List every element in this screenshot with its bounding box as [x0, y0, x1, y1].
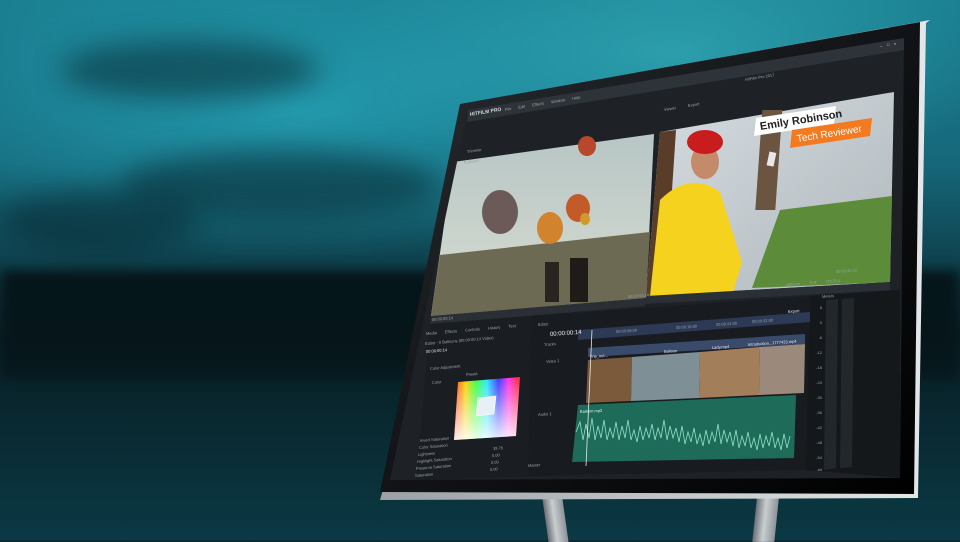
meter-scale-label: -48: [816, 440, 822, 445]
meter-bar-left: [824, 299, 838, 470]
balloon: [482, 190, 518, 234]
minimize-icon[interactable]: –: [880, 44, 882, 48]
meter-scale-label: -54: [816, 455, 822, 460]
timeline-clip-balloon: [631, 352, 700, 401]
meter-scale-label: -24: [816, 380, 822, 385]
color-group-label: Color: [431, 379, 442, 385]
meter-scale-label: -30: [816, 395, 822, 400]
property-value[interactable]: 0.00: [491, 459, 499, 465]
meter-scale-label: -inf: [816, 467, 822, 472]
close-icon[interactable]: ×: [894, 42, 896, 46]
meter-scale-label: -36: [816, 410, 822, 415]
meter-scale-label: -12: [816, 350, 822, 355]
export-button[interactable]: Export: [788, 308, 800, 314]
red-beanie: [687, 130, 723, 154]
meter-scale: 6 0 -6 -12 -18 -24 -30 -36 -42 -48 -54 -…: [812, 306, 822, 472]
balloon: [537, 212, 563, 244]
track-header: Tracks: [543, 341, 556, 347]
property-value[interactable]: 0.00: [492, 452, 500, 458]
balloon: [580, 213, 590, 225]
meter-scale-label: -42: [816, 425, 822, 430]
maximize-icon[interactable]: □: [887, 43, 889, 47]
meter-bar-right: [840, 298, 854, 468]
viewer-zoom-select[interactable]: Full: [810, 280, 817, 285]
meter-scale-label: -6: [818, 335, 822, 340]
tab-editor[interactable]: Editor: [538, 321, 549, 327]
meter-scale-label: -18: [816, 365, 822, 370]
property-value[interactable]: 39.75: [493, 445, 503, 451]
meter-scale-label: 6: [819, 305, 822, 310]
property-value[interactable]: 0.00: [490, 466, 498, 472]
timeline-clip-lady: [699, 347, 760, 398]
person-silhouette: [545, 262, 559, 302]
timeline-clip-intro: [759, 344, 805, 395]
timeline-clip-trip: [586, 357, 632, 403]
tab-meters[interactable]: Meters: [822, 293, 835, 299]
track-header-master[interactable]: Master: [528, 462, 541, 468]
meter-scale-label: 0: [819, 320, 822, 325]
person-silhouette: [570, 258, 588, 302]
balloon: [578, 136, 596, 156]
